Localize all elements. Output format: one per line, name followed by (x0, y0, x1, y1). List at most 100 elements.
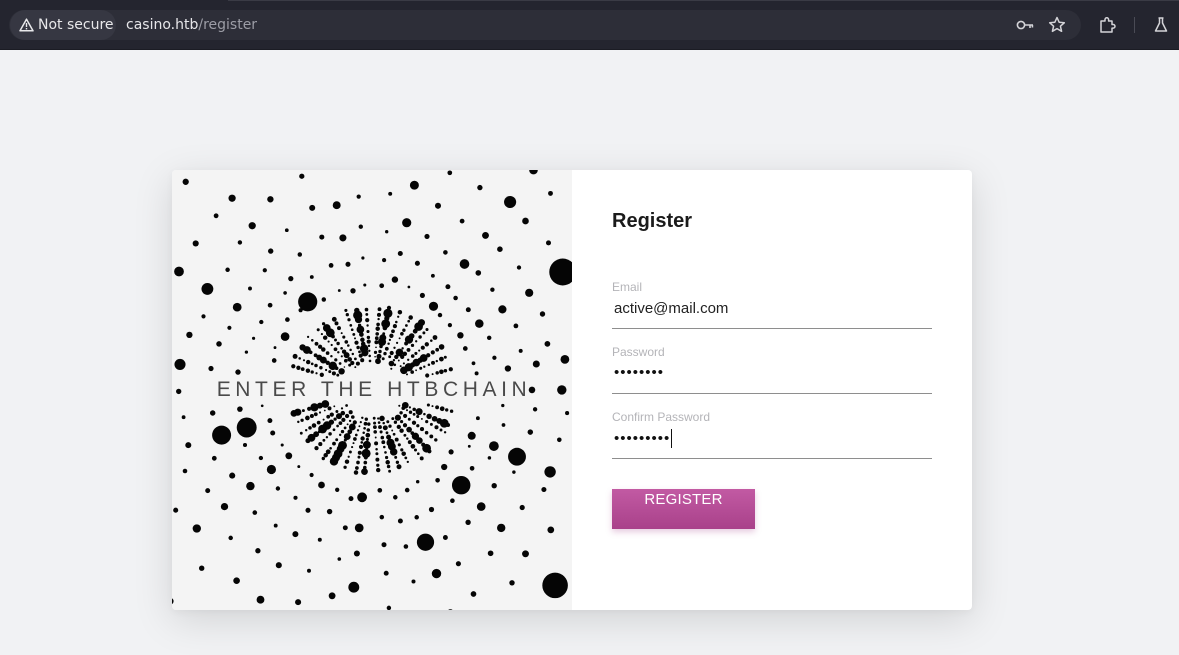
decorative-dot (453, 295, 458, 301)
decorative-dot (402, 423, 408, 428)
decorative-dot (199, 565, 205, 571)
decorative-dot (328, 370, 332, 374)
extensions-icon[interactable] (1097, 15, 1117, 35)
decorative-dot (414, 351, 418, 355)
decorative-dot (322, 438, 326, 442)
decorative-dot (380, 435, 385, 440)
decorative-dot (338, 421, 343, 425)
decorative-dot (237, 240, 243, 245)
star-icon[interactable] (1047, 15, 1067, 35)
decorative-dot (406, 347, 411, 352)
decorative-dot (363, 283, 367, 287)
decorative-dot (457, 332, 464, 339)
decorative-dot (256, 595, 265, 604)
decorative-dot (329, 457, 339, 466)
decorative-dot (255, 548, 261, 554)
decorative-dot (426, 353, 431, 358)
register-button[interactable]: REGISTER (612, 489, 755, 529)
decorative-dot (393, 363, 397, 367)
decorative-dot (352, 332, 356, 336)
decorative-dot (497, 246, 503, 252)
decorative-dot (415, 340, 418, 343)
confirm-password-field[interactable]: Confirm Password ••••••••• (612, 410, 932, 459)
password-value[interactable]: •••••••• (614, 364, 664, 381)
decorative-dot (340, 332, 343, 335)
key-icon[interactable] (1015, 15, 1035, 35)
email-value[interactable]: active@mail.com (614, 300, 728, 317)
labs-flask-icon[interactable] (1151, 15, 1171, 35)
decorative-dot (428, 301, 439, 311)
decorative-dot (406, 426, 412, 433)
decorative-dot (327, 406, 332, 411)
decorative-dot (228, 194, 236, 202)
decorative-dot (435, 478, 440, 483)
decorative-dot (368, 354, 371, 358)
password-field[interactable]: Password •••••••• (612, 345, 932, 394)
decorative-dot (434, 202, 442, 209)
decorative-dot (246, 481, 255, 491)
decorative-dot (432, 335, 438, 340)
decorative-dot (469, 465, 475, 471)
decorative-dot (410, 343, 415, 348)
decorative-dot (268, 248, 274, 254)
decorative-dot (410, 354, 415, 358)
decorative-dot (322, 335, 328, 340)
decorative-dot (330, 343, 333, 347)
confirm-password-input[interactable]: ••••••••• (614, 429, 673, 448)
decorative-dot (448, 609, 453, 610)
decorative-dot (310, 362, 314, 366)
decorative-dot (375, 452, 379, 456)
decorative-dot (318, 411, 322, 414)
decorative-dot (560, 355, 570, 364)
decorative-dot (252, 510, 258, 515)
security-indicator-button[interactable]: Not secure (10, 10, 116, 40)
decorative-dot (434, 425, 439, 430)
decorative-dot (375, 326, 380, 331)
decorative-dot (354, 433, 358, 437)
decorative-dot (307, 568, 311, 573)
decorative-dot (367, 422, 371, 426)
decorative-dot (213, 213, 219, 219)
decorative-dot (441, 463, 448, 471)
decorative-dot (299, 173, 305, 179)
decorative-dot (491, 483, 497, 489)
decorative-dot (393, 420, 398, 424)
decorative-dot (448, 449, 454, 455)
decorative-dot (341, 417, 346, 422)
decorative-dot (337, 557, 342, 561)
decorative-dot (297, 465, 301, 469)
email-label: Email (612, 280, 643, 294)
decorative-dot (296, 365, 301, 370)
url-text[interactable]: casino.htb/register (126, 16, 257, 34)
decorative-dot (354, 337, 356, 340)
decorative-dot (259, 319, 264, 325)
decorative-dot (383, 308, 393, 318)
decorative-dot (363, 455, 368, 460)
decorative-dot (394, 437, 399, 442)
decorative-dot (416, 437, 423, 444)
decorative-dot (228, 535, 233, 541)
decorative-dot (377, 307, 382, 312)
decorative-dot (391, 329, 395, 334)
decorative-dot (435, 347, 440, 352)
decorative-dot (395, 460, 400, 464)
decorative-dot (267, 418, 273, 424)
decorative-dot (414, 515, 419, 520)
decorative-dot (443, 250, 448, 255)
decorative-dot (374, 355, 376, 358)
decorative-dot (299, 344, 306, 351)
decorative-dot (354, 523, 364, 533)
decorative-dot (545, 240, 552, 246)
decorative-dot (378, 425, 382, 430)
decorative-dot (212, 425, 232, 445)
decorative-dot (527, 429, 534, 435)
decorative-dot (309, 275, 314, 279)
decorative-dot (487, 550, 494, 557)
email-field[interactable]: Email active@mail.com (612, 280, 932, 329)
decorative-dot (406, 437, 409, 440)
decorative-dot (280, 332, 290, 341)
decorative-dot (423, 412, 426, 416)
decorative-dot (329, 412, 334, 417)
decorative-dot (394, 455, 398, 459)
decorative-dot (512, 470, 516, 474)
